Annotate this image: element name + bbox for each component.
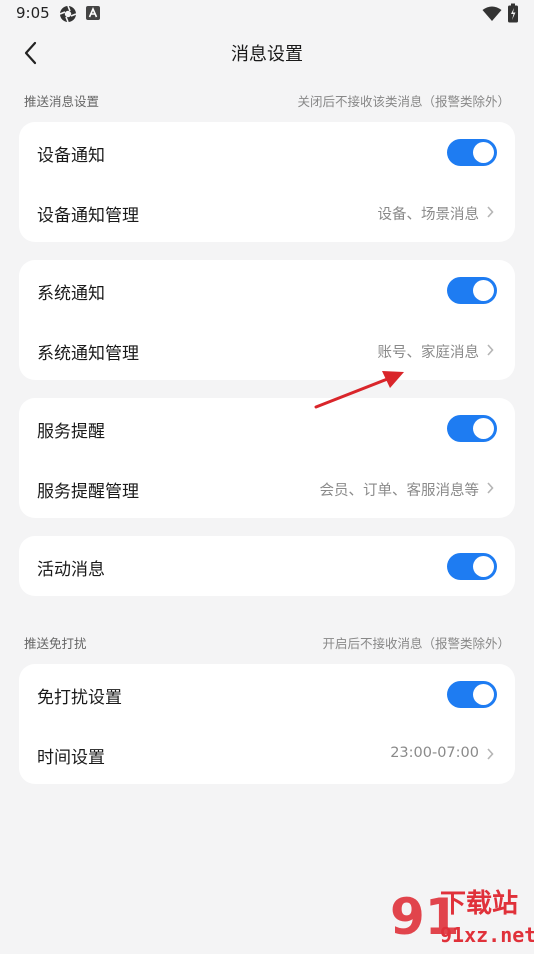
svg-text:下载站: 下载站: [440, 889, 518, 919]
row-label: 活动消息: [37, 560, 105, 580]
section-title: 推送免打扰: [24, 636, 87, 651]
card-dnd: 免打扰设置 时间设置 23:00-07:00: [19, 664, 515, 784]
dnd-toggle[interactable]: [447, 681, 497, 708]
row-service-reminders-manage[interactable]: 服务提醒管理 会员、订单、客服消息等: [19, 458, 515, 518]
section-note: 关闭后不接收该类消息（报警类除外）: [297, 94, 510, 109]
row-system-notifications-manage[interactable]: 系统通知管理 账号、家庭消息: [19, 320, 515, 380]
row-service-reminders: 服务提醒: [19, 398, 515, 458]
toggle-knob: [473, 142, 494, 163]
row-dnd: 免打扰设置: [19, 664, 515, 724]
watermark-logo: 91 下载站 91xz.net: [388, 880, 534, 950]
row-dnd-time[interactable]: 时间设置 23:00-07:00: [19, 724, 515, 784]
system-notifications-toggle[interactable]: [447, 277, 497, 304]
row-value: 账号、家庭消息: [377, 345, 480, 361]
card-device-notifications: 设备通知 设备通知管理 设备、场景消息: [19, 122, 515, 242]
chevron-right-icon: [487, 206, 494, 218]
row-label: 服务提醒管理: [37, 482, 139, 502]
device-notifications-toggle[interactable]: [447, 139, 497, 166]
page-title: 消息设置: [231, 44, 303, 65]
activity-messages-toggle[interactable]: [447, 553, 497, 580]
row-label: 服务提醒: [37, 422, 105, 442]
battery-icon: [508, 3, 518, 23]
row-value: 设备、场景消息: [377, 207, 480, 223]
section-title: 推送消息设置: [24, 94, 100, 109]
watermark-graphic: 91 下载站 91xz.net: [390, 888, 534, 947]
section-header-push: 推送消息设置 关闭后不接收该类消息（报警类除外）: [24, 91, 510, 111]
a-badge-icon: [86, 6, 100, 20]
nav-bar: 消息设置: [0, 28, 534, 76]
chevron-right-icon: [487, 748, 494, 760]
chevron-right-icon: [487, 482, 494, 494]
toggle-knob: [473, 684, 494, 705]
chevron-right-icon: [487, 344, 494, 356]
row-label: 设备通知管理: [37, 206, 139, 226]
card-system-notifications: 系统通知 系统通知管理 账号、家庭消息: [19, 260, 515, 380]
toggle-knob: [473, 280, 494, 301]
wifi-icon: [482, 6, 502, 21]
status-time: 9:05: [16, 4, 50, 22]
status-bar: 9:05: [0, 0, 534, 28]
row-activity-messages: 活动消息: [19, 536, 515, 596]
row-label: 免打扰设置: [37, 688, 122, 708]
service-reminders-toggle[interactable]: [447, 415, 497, 442]
row-value: 会员、订单、客服消息等: [319, 483, 480, 499]
svg-text:91xz.net: 91xz.net: [440, 923, 534, 947]
section-note: 开启后不接收消息（报警类除外）: [322, 636, 510, 651]
row-system-notifications: 系统通知: [19, 260, 515, 320]
row-label: 设备通知: [37, 146, 105, 166]
row-label: 系统通知管理: [37, 344, 139, 364]
aperture-icon: [59, 5, 77, 23]
card-service-reminders: 服务提醒 服务提醒管理 会员、订单、客服消息等: [19, 398, 515, 518]
row-label: 时间设置: [37, 748, 105, 768]
toggle-knob: [473, 418, 494, 439]
section-header-dnd: 推送免打扰 开启后不接收消息（报警类除外）: [24, 633, 510, 653]
toggle-knob: [473, 556, 494, 577]
row-device-notifications-manage[interactable]: 设备通知管理 设备、场景消息: [19, 182, 515, 242]
row-value: 23:00-07:00: [390, 745, 479, 761]
card-activity-messages: 活动消息: [19, 536, 515, 596]
row-label: 系统通知: [37, 284, 105, 304]
row-device-notifications: 设备通知: [19, 122, 515, 182]
